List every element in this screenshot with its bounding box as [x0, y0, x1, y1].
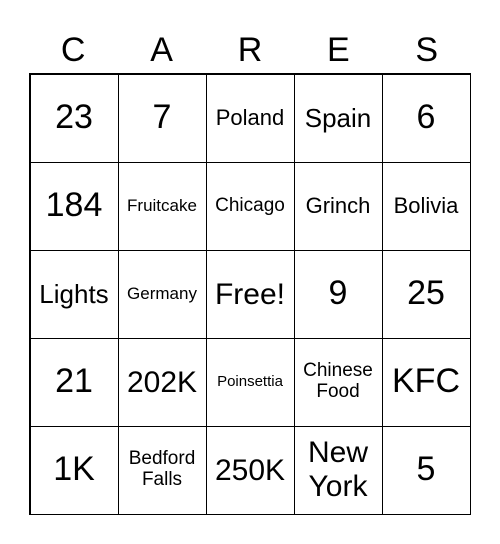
bingo-cell[interactable]: Germany — [117, 249, 207, 339]
bingo-cell[interactable]: 250K — [205, 425, 295, 515]
bingo-cell[interactable]: 7 — [117, 73, 207, 163]
header-letter: S — [415, 31, 439, 69]
bingo-header: C A R E S — [29, 28, 471, 72]
bingo-cell[interactable]: KFC — [381, 337, 471, 427]
bingo-cell[interactable]: Bolivia — [381, 161, 471, 251]
bingo-cell[interactable]: Grinch — [293, 161, 383, 251]
header-letter: E — [327, 31, 350, 69]
bingo-cell[interactable]: Poland — [205, 73, 295, 163]
bingo-cell[interactable]: Chinese Food — [293, 337, 383, 427]
bingo-cell[interactable]: New York — [293, 425, 383, 515]
bingo-cell[interactable]: Chicago — [205, 161, 295, 251]
bingo-cell[interactable]: 25 — [381, 249, 471, 339]
bingo-cell[interactable]: 5 — [381, 425, 471, 515]
bingo-cell[interactable]: 184 — [29, 161, 119, 251]
bingo-cell[interactable]: 23 — [29, 73, 119, 163]
bingo-cell[interactable]: 9 — [293, 249, 383, 339]
bingo-cell[interactable]: Lights — [29, 249, 119, 339]
bingo-cell[interactable]: 21 — [29, 337, 119, 427]
bingo-cell[interactable]: Spain — [293, 73, 383, 163]
free-space[interactable]: Free! — [205, 249, 295, 339]
bingo-grid: 23 7 Poland Spain 6 184 Fruitcake Chicag… — [29, 73, 471, 515]
bingo-cell[interactable]: Fruitcake — [117, 161, 207, 251]
bingo-cell[interactable]: 6 — [381, 73, 471, 163]
header-letter: A — [150, 31, 173, 69]
header-letter: R — [237, 31, 263, 69]
bingo-cell[interactable]: Bedford Falls — [117, 425, 207, 515]
header-letter: C — [60, 31, 86, 69]
bingo-cell[interactable]: 202K — [117, 337, 207, 427]
bingo-cell[interactable]: 1K — [29, 425, 119, 515]
bingo-cell[interactable]: Poinsettia — [205, 337, 295, 427]
